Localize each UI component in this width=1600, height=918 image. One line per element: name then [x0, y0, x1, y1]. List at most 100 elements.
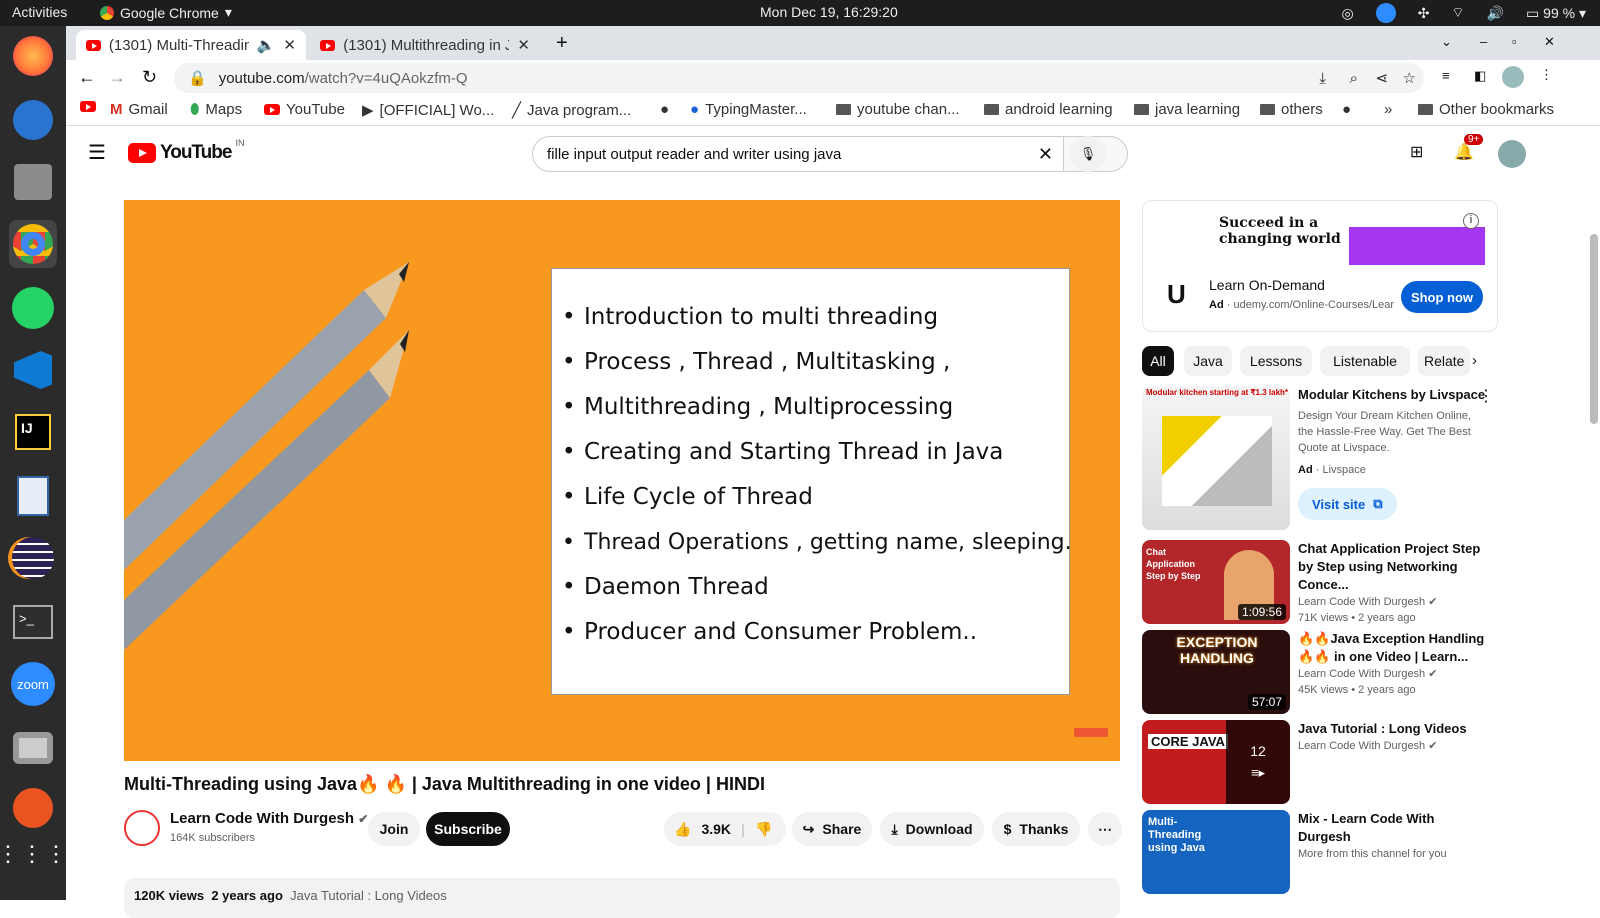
bookmark-star-icon[interactable]: ☆ [1403, 69, 1416, 87]
bookmarks-overflow-icon[interactable]: » [1384, 101, 1392, 118]
bookmark-folder-java[interactable]: java learning [1134, 101, 1240, 118]
video-title-link[interactable]: 🔥🔥Java Exception Handling 🔥🔥 in one Vide… [1298, 630, 1488, 666]
video-thumbnail[interactable]: Chat Application Step by Step 1:09:56 [1142, 540, 1290, 624]
chip-related[interactable]: Relate [1418, 346, 1470, 376]
playlist-link[interactable]: Java Tutorial : Long Videos [290, 888, 447, 903]
ad-card[interactable]: Succeed in a changing world i U Learn On… [1142, 200, 1498, 332]
dislike-icon[interactable]: 👎 [755, 821, 772, 838]
camera-icon[interactable] [9, 724, 57, 772]
video-thumbnail[interactable]: Multi-Threading using Java [1142, 810, 1290, 894]
chip-java[interactable]: Java [1184, 346, 1232, 376]
bookmark-typingmaster[interactable]: ● TypingMaster... [690, 101, 807, 118]
screenshot-tool-icon[interactable] [9, 784, 57, 832]
eclipse-icon[interactable] [9, 534, 57, 582]
tab-close-icon[interactable]: ✕ [517, 36, 530, 54]
document-viewer-icon[interactable] [9, 472, 57, 520]
account-avatar[interactable] [1498, 140, 1526, 168]
reload-icon[interactable]: ↻ [142, 67, 157, 88]
bookmark-globe-2[interactable]: ● [1342, 101, 1351, 118]
menu-icon[interactable]: ☰ [88, 140, 106, 165]
bookmark-maps[interactable]: ⬮ Maps [190, 101, 242, 118]
thunderbird-icon[interactable] [9, 96, 57, 144]
minimize-icon[interactable]: – [1480, 34, 1487, 49]
side-panel-icon[interactable]: ◧ [1474, 68, 1486, 84]
reading-list-icon[interactable]: ≡ [1442, 68, 1450, 83]
video-player[interactable]: Introduction to multi threading Process … [124, 200, 1120, 761]
bookmark-folder-others[interactable]: others [1260, 101, 1323, 118]
page-scrollbar[interactable] [1590, 234, 1598, 424]
show-apps-icon[interactable]: ⋮⋮⋮ [0, 830, 67, 878]
download-button[interactable]: ⤓ Download [880, 812, 984, 846]
subscribe-button[interactable]: Subscribe [426, 812, 510, 846]
zoom-tray-icon[interactable] [1375, 3, 1396, 23]
sponsored-video[interactable]: Modular kitchen starting at ₹1.3 lakh* M… [1142, 386, 1498, 530]
bookmark-java-program[interactable]: ╱ Java program... [512, 101, 631, 120]
dropbox-tray-icon[interactable]: ✣ [1418, 5, 1430, 22]
sidebar-video[interactable]: EXCEPTION HANDLING 57:07 🔥🔥Java Exceptio… [1142, 630, 1498, 714]
maximize-icon[interactable]: ▫ [1512, 34, 1517, 49]
whatsapp-tray-icon[interactable]: ◎ [1341, 5, 1353, 22]
battery-status[interactable]: ▭ 99 % ▾ [1526, 5, 1586, 22]
sidebar-playlist[interactable]: CORE JAVA 12 ≡▸ Java Tutorial : Long Vid… [1142, 720, 1498, 804]
clock[interactable]: Mon Dec 19, 16:29:20 [760, 4, 898, 20]
activities-button[interactable]: Activities [12, 4, 67, 20]
description-box[interactable]: 120K views 2 years ago Java Tutorial : L… [124, 878, 1120, 918]
bookmark-folder-android[interactable]: android learning [984, 101, 1113, 118]
terminal-icon[interactable]: >_ [9, 598, 57, 646]
chips-next-icon[interactable]: › [1472, 352, 1477, 369]
sidebar-mix[interactable]: Multi-Threading using Java Mix - Learn C… [1142, 810, 1498, 894]
firefox-icon[interactable] [9, 32, 57, 80]
thanks-button[interactable]: $ Thanks [992, 812, 1080, 846]
video-thumbnail[interactable]: Modular kitchen starting at ₹1.3 lakh* [1142, 386, 1290, 530]
video-channel[interactable]: Learn Code With Durgesh ✔ [1298, 738, 1488, 754]
video-title-link[interactable]: Java Tutorial : Long Videos [1298, 720, 1488, 738]
tab-multithreading-in[interactable]: (1301) Multithreading in J ✕ [310, 30, 540, 60]
new-tab-icon[interactable]: + [556, 32, 568, 55]
chip-lessons[interactable]: Lessons [1240, 346, 1312, 376]
tab-close-icon[interactable]: ✕ [283, 36, 296, 54]
video-channel[interactable]: Learn Code With Durgesh ✔ [1298, 594, 1488, 610]
youtube-logo[interactable]: YouTube IN [128, 138, 244, 164]
voice-search-button[interactable]: 🎙 [1070, 136, 1106, 172]
join-button[interactable]: Join [368, 812, 420, 846]
whatsapp-icon[interactable] [9, 284, 57, 332]
files-icon[interactable] [9, 158, 57, 206]
chrome-dock-icon[interactable] [9, 220, 57, 268]
channel-name[interactable]: Learn Code With Durgesh ✔ [170, 810, 368, 827]
wifi-icon[interactable]: ⌔ [1451, 4, 1464, 22]
notifications-button[interactable]: 🔔 9+ [1454, 134, 1484, 162]
intellij-icon[interactable]: IJ [9, 408, 57, 456]
shop-now-button[interactable]: Shop now [1401, 281, 1483, 313]
more-actions-button[interactable]: ⋯ [1088, 812, 1122, 846]
video-title-link[interactable]: Modular Kitchens by Livspace [1298, 386, 1488, 404]
chrome-menu-icon[interactable]: ⋮ [1540, 67, 1553, 83]
subscribe-watermark[interactable] [1074, 728, 1108, 737]
forward-icon[interactable]: → [108, 67, 126, 88]
visit-site-button[interactable]: Visit site ⧉ [1298, 488, 1397, 520]
video-thumbnail[interactable]: EXCEPTION HANDLING 57:07 [1142, 630, 1290, 714]
channel-avatar[interactable] [124, 810, 160, 846]
zoom-icon[interactable]: zoom [9, 660, 57, 708]
vscode-icon[interactable] [9, 346, 57, 394]
sidebar-video[interactable]: Chat Application Step by Step 1:09:56 Ch… [1142, 540, 1498, 624]
bookmark-youtube-short[interactable] [80, 101, 96, 112]
back-icon[interactable]: ← [78, 67, 96, 88]
video-title-link[interactable]: Chat Application Project Step by Step us… [1298, 540, 1488, 594]
clear-search-icon[interactable]: ✕ [1038, 144, 1053, 165]
search-input[interactable]: fille input output reader and writer usi… [532, 136, 1064, 172]
bookmark-official[interactable]: ▶ [OFFICIAL] Wo... [362, 101, 494, 120]
like-dislike-group[interactable]: 👍 3.9K | 👎 [664, 812, 786, 846]
install-icon[interactable]: ⤓ [1319, 70, 1326, 87]
info-icon[interactable]: i [1463, 213, 1479, 229]
tab-multi-threading[interactable]: (1301) Multi-Threading 🔈 ✕ [76, 30, 306, 60]
share-icon[interactable]: ⋖ [1375, 69, 1388, 87]
bookmark-gmail[interactable]: M Gmail [110, 101, 168, 118]
bookmark-folder-other[interactable]: Other bookmarks [1418, 101, 1554, 118]
video-channel[interactable]: Learn Code With Durgesh ✔ [1298, 666, 1488, 682]
zoom-page-icon[interactable]: ⌕ [1350, 70, 1358, 87]
create-video-icon[interactable]: ⊞ [1410, 142, 1423, 162]
system-tray[interactable]: ◎ ✣ ⌔ 🔊 ▭ 99 % ▾ [1341, 3, 1586, 23]
app-menu[interactable]: Google Chrome ▾ [100, 4, 232, 21]
bookmark-folder-youtube-chan[interactable]: youtube chan... [836, 101, 960, 118]
video-thumbnail[interactable]: CORE JAVA 12 ≡▸ [1142, 720, 1290, 804]
